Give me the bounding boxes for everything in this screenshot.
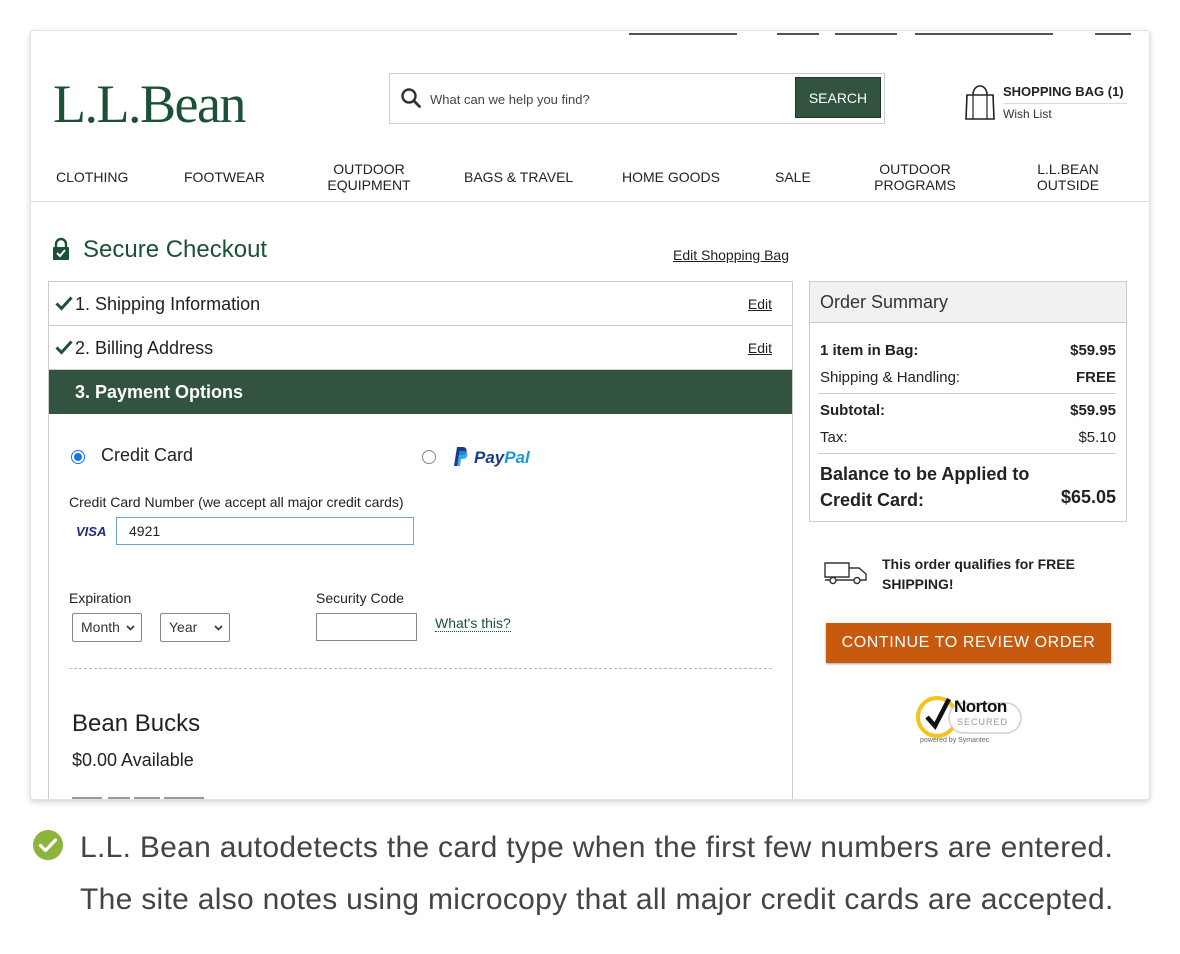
- norton-secured-badge[interactable]: [915, 691, 1025, 755]
- utility-link[interactable]: [915, 33, 1053, 35]
- step-label: 3. Payment Options: [75, 382, 244, 402]
- nav-item-line: L.L.BEAN: [1037, 161, 1099, 177]
- nav-item-outdoor-programs[interactable]: OUTDOOR PROGRAMS: [873, 161, 957, 193]
- utility-link[interactable]: [835, 33, 897, 35]
- utility-link[interactable]: [629, 33, 737, 35]
- step-billing[interactable]: 2. Billing Address Edit: [49, 326, 792, 370]
- search-icon: [401, 88, 421, 108]
- items-value: $59.95: [1070, 342, 1116, 359]
- edit-shipping-link[interactable]: Edit: [748, 296, 772, 312]
- whats-this-link[interactable]: What's this?: [435, 615, 511, 632]
- nav-item-llbean-outside[interactable]: L.L.BEAN OUTSIDE: [1033, 161, 1103, 193]
- nav-item-line: OUTSIDE: [1036, 177, 1100, 193]
- order-summary-header: Order Summary: [810, 282, 1126, 323]
- expiration-label: Expiration: [69, 590, 132, 606]
- nav-item-clothing[interactable]: CLOTHING: [56, 169, 128, 185]
- divider: [31, 201, 1149, 202]
- check-icon: [55, 340, 73, 355]
- balance-label-line: Balance to be Applied to: [820, 464, 1030, 484]
- credit-card-label[interactable]: Credit Card: [101, 445, 193, 466]
- free-shipping-notice: This order qualifies for FREE SHIPPING!: [882, 556, 1075, 592]
- utility-link[interactable]: [1095, 33, 1131, 35]
- main-nav: CLOTHING FOOTWEAR OUTDOOR EQUIPMENT BAGS…: [31, 161, 1149, 201]
- nav-item-home-goods[interactable]: HOME GOODS: [622, 169, 720, 185]
- divider: [69, 668, 772, 669]
- edit-billing-link[interactable]: Edit: [748, 340, 772, 356]
- tax-label: Tax:: [820, 429, 848, 446]
- paypal-text-b: Pal: [504, 448, 530, 467]
- lock-icon: [53, 237, 69, 260]
- shipping-value: FREE: [1075, 369, 1116, 386]
- security-code-input[interactable]: [316, 613, 417, 641]
- subtotal-label: Subtotal:: [820, 402, 885, 419]
- step-label: 1. Shipping Information: [75, 294, 261, 314]
- step-shipping[interactable]: 1. Shipping Information Edit: [49, 282, 792, 326]
- page-title: Secure Checkout: [83, 236, 268, 263]
- select-value: Month: [81, 619, 120, 635]
- search-button[interactable]: SEARCH: [795, 77, 881, 118]
- subtotal-value: $59.95: [1070, 402, 1116, 419]
- order-summary-title: Order Summary: [820, 292, 949, 312]
- visa-card-icon: VISA: [76, 524, 107, 539]
- nav-item-line: OUTDOOR: [879, 161, 951, 177]
- llbean-logo[interactable]: L.L.Bean: [53, 73, 246, 135]
- paypal-logo-text[interactable]: PayPal: [474, 448, 530, 468]
- expiration-year-select[interactable]: Year: [160, 613, 230, 642]
- select-value: Year: [169, 619, 198, 635]
- step-label: 2. Billing Address: [75, 338, 214, 358]
- paypal-icon: [454, 447, 468, 466]
- truck-icon: [824, 562, 867, 585]
- nav-item-bags-travel[interactable]: BAGS & TRAVEL: [464, 169, 573, 185]
- divider: [1003, 103, 1127, 104]
- search-input[interactable]: [430, 86, 780, 112]
- nav-item-line: EQUIPMENT: [327, 177, 411, 193]
- bean-bucks-available: $0.00 Available: [72, 750, 194, 770]
- nav-item-line: OUTDOOR: [333, 161, 405, 177]
- caption-text: L.L. Bean autodetects the card type when…: [80, 831, 1114, 916]
- balance-label-line: Credit Card:: [820, 490, 925, 510]
- tax-value: $5.10: [1078, 429, 1116, 446]
- credit-card-radio[interactable]: [71, 450, 85, 464]
- bean-bucks-title: Bean Bucks: [72, 710, 201, 737]
- paypal-radio[interactable]: [422, 450, 436, 464]
- items-label: 1 item in Bag:: [820, 342, 919, 359]
- shipping-label: Shipping & Handling:: [820, 369, 961, 386]
- cropped-text: [72, 797, 204, 799]
- divider: [818, 393, 1116, 394]
- card-number-label: Credit Card Number (we accept all major …: [69, 494, 404, 510]
- divider: [818, 453, 1116, 454]
- balance-label: Balance to be Applied to Credit Card:: [820, 461, 1029, 513]
- shopping-bag-link[interactable]: SHOPPING BAG (1): [1003, 84, 1124, 99]
- nav-item-sale[interactable]: SALE: [775, 169, 811, 185]
- wish-list-link[interactable]: Wish List: [1003, 107, 1052, 121]
- security-code-label: Security Code: [316, 590, 404, 606]
- step-payment: 3. Payment Options: [49, 370, 792, 414]
- balance-value: $65.05: [1060, 487, 1116, 507]
- check-icon: [55, 296, 73, 311]
- check-circle-icon: [33, 830, 63, 860]
- shopping-bag-icon[interactable]: [963, 81, 997, 121]
- nav-item-line: PROGRAMS: [874, 177, 956, 193]
- expiration-month-select[interactable]: Month: [72, 613, 142, 642]
- card-number-input[interactable]: [116, 517, 414, 545]
- screenshot-frame: L.L.Bean SEARCH SHOPPING BAG (1) Wish Li…: [30, 30, 1150, 800]
- paypal-text-a: Pay: [474, 448, 505, 467]
- nav-item-footwear[interactable]: FOOTWEAR: [184, 169, 265, 185]
- chevron-down-icon: [126, 625, 135, 631]
- chevron-down-icon: [214, 625, 223, 631]
- nav-item-outdoor-equipment[interactable]: OUTDOOR EQUIPMENT: [325, 161, 413, 193]
- continue-to-review-button[interactable]: CONTINUE TO REVIEW ORDER: [826, 623, 1111, 663]
- utility-link[interactable]: [777, 33, 819, 35]
- search-bar: SEARCH: [389, 73, 885, 124]
- edit-shopping-bag-link[interactable]: Edit Shopping Bag: [673, 247, 789, 263]
- order-summary: Order Summary 1 item in Bag: $59.95 Ship…: [809, 281, 1127, 522]
